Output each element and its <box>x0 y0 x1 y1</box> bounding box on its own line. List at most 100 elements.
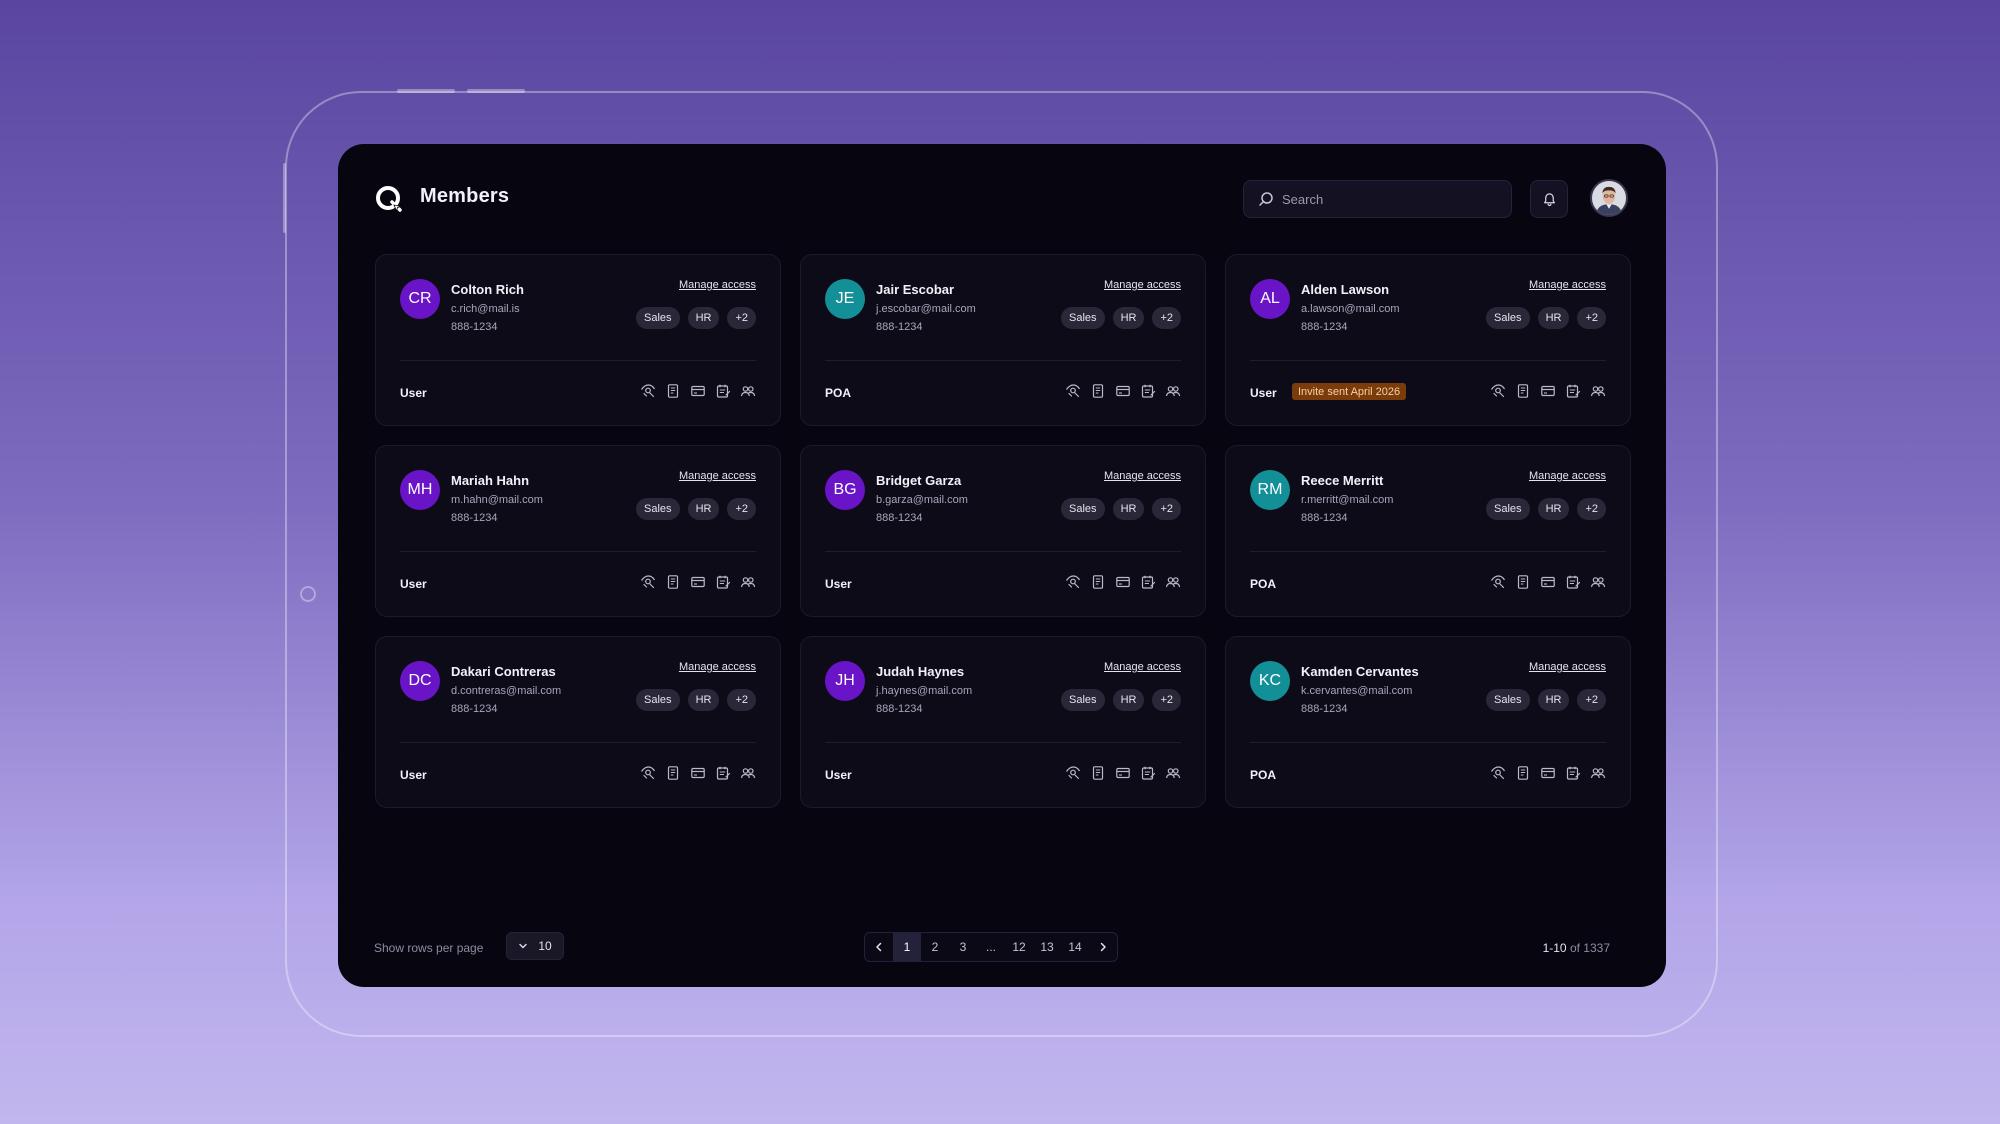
users-icon[interactable] <box>740 574 756 590</box>
manage-access-link[interactable]: Manage access <box>679 470 756 482</box>
tag-more[interactable]: +2 <box>1577 498 1606 520</box>
card-icon[interactable] <box>690 383 706 399</box>
notes-icon[interactable] <box>1565 383 1581 399</box>
tag-hr[interactable]: HR <box>1112 307 1145 329</box>
tag-sales[interactable]: Sales <box>636 689 680 711</box>
tag-sales[interactable]: Sales <box>636 498 680 520</box>
tag-sales[interactable]: Sales <box>1486 307 1530 329</box>
users-icon[interactable] <box>1165 383 1181 399</box>
document-icon[interactable] <box>1090 765 1106 781</box>
users-icon[interactable] <box>1590 765 1606 781</box>
view-icon[interactable] <box>640 574 656 590</box>
bell-icon <box>1543 192 1555 206</box>
rows-per-page-select[interactable]: 10 <box>506 932 564 960</box>
tag-more[interactable]: +2 <box>727 689 756 711</box>
manage-access-link[interactable]: Manage access <box>1104 470 1181 482</box>
member-email: b.garza@mail.com <box>876 494 968 506</box>
view-icon[interactable] <box>1065 383 1081 399</box>
page-button[interactable]: 1 <box>893 933 921 961</box>
card-icon[interactable] <box>1540 383 1556 399</box>
notes-icon[interactable] <box>1565 574 1581 590</box>
page-button[interactable]: 14 <box>1061 933 1089 961</box>
prev-page-button[interactable] <box>865 933 893 961</box>
search-input[interactable] <box>1282 191 1502 207</box>
member-email: r.merritt@mail.com <box>1301 494 1394 506</box>
tag-more[interactable]: +2 <box>1152 498 1181 520</box>
tag-hr[interactable]: HR <box>687 498 720 520</box>
notes-icon[interactable] <box>715 383 731 399</box>
tag-hr[interactable]: HR <box>1537 498 1570 520</box>
tag-hr[interactable]: HR <box>1112 689 1145 711</box>
tag-sales[interactable]: Sales <box>1486 498 1530 520</box>
document-icon[interactable] <box>665 765 681 781</box>
tag-sales[interactable]: Sales <box>1061 307 1105 329</box>
manage-access-link[interactable]: Manage access <box>1529 661 1606 673</box>
view-icon[interactable] <box>640 765 656 781</box>
document-icon[interactable] <box>1515 765 1531 781</box>
card-icon[interactable] <box>1115 765 1131 781</box>
view-icon[interactable] <box>1490 383 1506 399</box>
document-icon[interactable] <box>1090 383 1106 399</box>
manage-access-link[interactable]: Manage access <box>679 661 756 673</box>
tag-sales[interactable]: Sales <box>636 307 680 329</box>
card-icon[interactable] <box>690 765 706 781</box>
tag-more[interactable]: +2 <box>1152 689 1181 711</box>
tag-hr[interactable]: HR <box>1537 307 1570 329</box>
tag-hr[interactable]: HR <box>1112 498 1145 520</box>
users-icon[interactable] <box>1165 574 1181 590</box>
manage-access-link[interactable]: Manage access <box>679 279 756 291</box>
users-icon[interactable] <box>1165 765 1181 781</box>
manage-access-link[interactable]: Manage access <box>1104 661 1181 673</box>
notes-icon[interactable] <box>1140 765 1156 781</box>
member-email: k.cervantes@mail.com <box>1301 685 1413 697</box>
manage-access-link[interactable]: Manage access <box>1104 279 1181 291</box>
notes-icon[interactable] <box>1565 765 1581 781</box>
tag-hr[interactable]: HR <box>687 689 720 711</box>
page-button[interactable]: 3 <box>949 933 977 961</box>
next-page-button[interactable] <box>1089 933 1117 961</box>
search-box[interactable] <box>1243 180 1512 218</box>
document-icon[interactable] <box>1515 574 1531 590</box>
page-button[interactable]: 13 <box>1033 933 1061 961</box>
app-logo-icon[interactable] <box>374 184 404 214</box>
view-icon[interactable] <box>640 383 656 399</box>
member-avatar: JE <box>825 279 865 319</box>
tag-more[interactable]: +2 <box>727 307 756 329</box>
tag-sales[interactable]: Sales <box>1061 498 1105 520</box>
manage-access-link[interactable]: Manage access <box>1529 470 1606 482</box>
card-icon[interactable] <box>1115 574 1131 590</box>
tag-hr[interactable]: HR <box>687 307 720 329</box>
notes-icon[interactable] <box>715 574 731 590</box>
card-icon[interactable] <box>1115 383 1131 399</box>
notes-icon[interactable] <box>1140 574 1156 590</box>
users-icon[interactable] <box>740 383 756 399</box>
tag-more[interactable]: +2 <box>1577 307 1606 329</box>
card-icon[interactable] <box>1540 574 1556 590</box>
tag-sales[interactable]: Sales <box>1486 689 1530 711</box>
document-icon[interactable] <box>1090 574 1106 590</box>
document-icon[interactable] <box>1515 383 1531 399</box>
view-icon[interactable] <box>1490 765 1506 781</box>
notes-icon[interactable] <box>1140 383 1156 399</box>
notifications-button[interactable] <box>1530 180 1568 218</box>
users-icon[interactable] <box>740 765 756 781</box>
user-avatar[interactable] <box>1590 179 1628 217</box>
notes-icon[interactable] <box>715 765 731 781</box>
document-icon[interactable] <box>665 383 681 399</box>
page-button[interactable]: 12 <box>1005 933 1033 961</box>
tag-sales[interactable]: Sales <box>1061 689 1105 711</box>
card-icon[interactable] <box>690 574 706 590</box>
users-icon[interactable] <box>1590 574 1606 590</box>
tag-more[interactable]: +2 <box>1152 307 1181 329</box>
view-icon[interactable] <box>1065 765 1081 781</box>
manage-access-link[interactable]: Manage access <box>1529 279 1606 291</box>
card-icon[interactable] <box>1540 765 1556 781</box>
view-icon[interactable] <box>1490 574 1506 590</box>
tag-more[interactable]: +2 <box>727 498 756 520</box>
tag-hr[interactable]: HR <box>1537 689 1570 711</box>
document-icon[interactable] <box>665 574 681 590</box>
users-icon[interactable] <box>1590 383 1606 399</box>
view-icon[interactable] <box>1065 574 1081 590</box>
page-button[interactable]: 2 <box>921 933 949 961</box>
tag-more[interactable]: +2 <box>1577 689 1606 711</box>
